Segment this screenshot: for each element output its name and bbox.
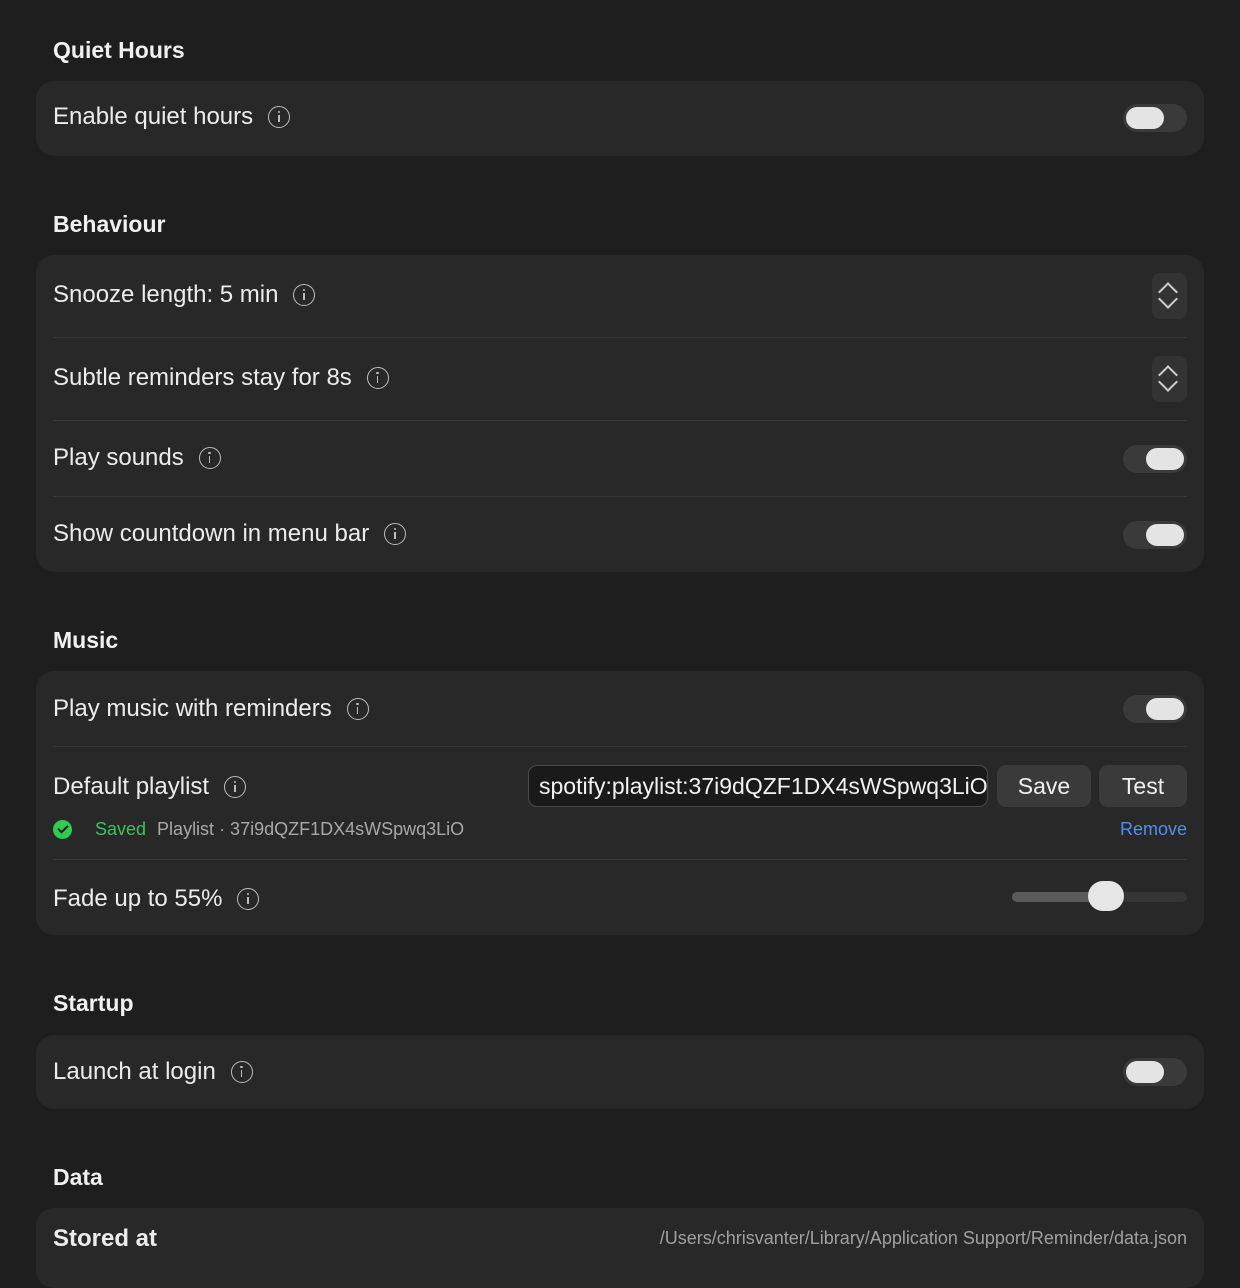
- enable-quiet-hours-row: Enable quiet hours: [53, 103, 1187, 131]
- play-sounds-toggle[interactable]: [1123, 445, 1187, 473]
- launch-at-login-toggle[interactable]: [1123, 1058, 1187, 1086]
- toggle-knob: [1146, 698, 1184, 720]
- divider: [53, 337, 1187, 338]
- divider: [53, 420, 1187, 421]
- section-title-behaviour: Behaviour: [53, 211, 166, 237]
- quiet-hours-card: Enable quiet hours: [36, 81, 1204, 156]
- subtle-reminders-stepper[interactable]: [1152, 356, 1187, 402]
- info-icon[interactable]: [293, 284, 316, 306]
- check-circle-icon: [53, 820, 72, 839]
- info-icon[interactable]: [268, 106, 291, 128]
- fade-label: Fade up to 55%: [53, 885, 223, 912]
- saved-status-label: Saved: [95, 819, 147, 839]
- section-title-quiet-hours: Quiet Hours: [53, 37, 185, 63]
- section-title-music: Music: [53, 627, 119, 653]
- save-button[interactable]: Save: [997, 765, 1091, 807]
- snooze-length-row: Snooze length: 5 min: [53, 281, 1187, 309]
- play-sounds-row: Play sounds: [53, 444, 1187, 472]
- toggle-knob: [1126, 107, 1164, 129]
- toggle-knob: [1126, 1061, 1164, 1083]
- info-icon[interactable]: [237, 888, 260, 910]
- subtle-reminders-label: Subtle reminders stay for 8s: [53, 364, 352, 391]
- divider: [53, 746, 1187, 747]
- section-title-startup: Startup: [53, 990, 134, 1016]
- info-icon[interactable]: [224, 776, 247, 798]
- behaviour-card: Snooze length: 5 min Subtle reminders st…: [36, 255, 1204, 572]
- info-icon[interactable]: [346, 698, 369, 720]
- slider-thumb[interactable]: [1088, 881, 1124, 911]
- snooze-length-label: Snooze length: 5 min: [53, 281, 279, 308]
- remove-link[interactable]: Remove: [1120, 819, 1187, 840]
- play-music-row: Play music with reminders: [53, 695, 1187, 723]
- enable-quiet-hours-toggle[interactable]: [1123, 104, 1187, 132]
- playlist-input[interactable]: spotify:playlist:37i9dQZF1DX4sWSpwq3LiO: [528, 765, 988, 807]
- default-playlist-label: Default playlist: [53, 773, 210, 800]
- section-title-data: Data: [53, 1164, 103, 1190]
- startup-card: Launch at login: [36, 1035, 1204, 1109]
- info-icon[interactable]: [198, 447, 221, 469]
- show-countdown-row: Show countdown in menu bar: [53, 520, 1187, 548]
- snooze-length-stepper[interactable]: [1152, 273, 1187, 319]
- play-music-toggle[interactable]: [1123, 695, 1187, 723]
- toggle-knob: [1146, 524, 1184, 546]
- play-music-label: Play music with reminders: [53, 695, 332, 722]
- playlist-status: Saved Playlist · 37i9dQZF1DX4sWSpwq3LiO: [53, 819, 464, 840]
- playlist-id-label: Playlist · 37i9dQZF1DX4sWSpwq3LiO: [157, 819, 465, 839]
- info-icon[interactable]: [230, 1061, 253, 1083]
- divider: [53, 859, 1187, 860]
- stored-path: /Users/chrisvanter/Library/Application S…: [659, 1228, 1187, 1248]
- subtle-reminders-row: Subtle reminders stay for 8s: [53, 364, 1187, 392]
- launch-at-login-label: Launch at login: [53, 1058, 216, 1085]
- data-card: Stored at /Users/chrisvanter/Library/App…: [36, 1208, 1204, 1288]
- play-sounds-label: Play sounds: [53, 444, 184, 471]
- test-button[interactable]: Test: [1099, 765, 1187, 807]
- info-icon[interactable]: [366, 367, 389, 389]
- show-countdown-label: Show countdown in menu bar: [53, 520, 370, 547]
- music-card: Play music with reminders Default playli…: [36, 671, 1204, 935]
- toggle-knob: [1146, 448, 1184, 470]
- enable-quiet-hours-label: Enable quiet hours: [53, 103, 254, 130]
- fade-slider[interactable]: [1012, 881, 1187, 915]
- launch-at-login-row: Launch at login: [53, 1058, 1187, 1086]
- divider: [53, 496, 1187, 497]
- stored-at-label: Stored at: [53, 1225, 158, 1252]
- show-countdown-toggle[interactable]: [1123, 521, 1187, 549]
- info-icon[interactable]: [384, 523, 407, 545]
